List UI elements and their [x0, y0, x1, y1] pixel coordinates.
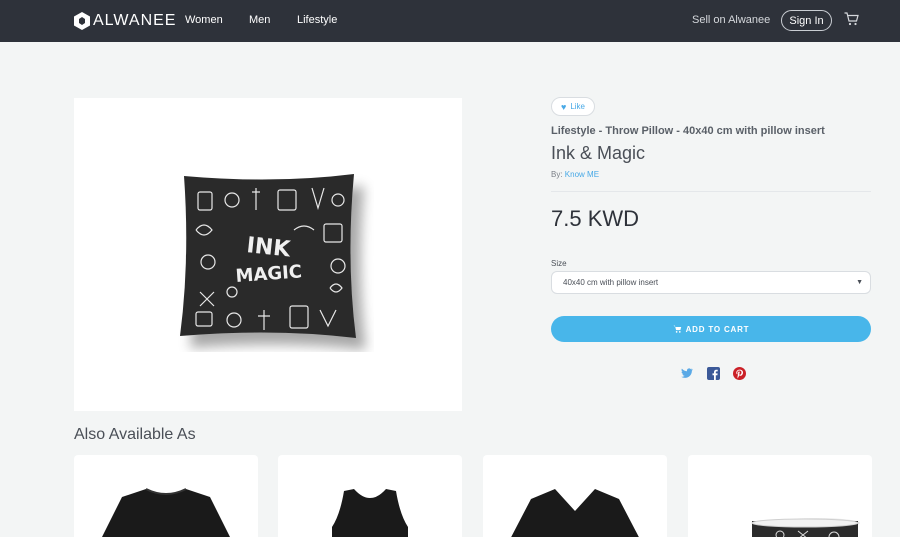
product-image-pillow[interactable]: INK MAGIC	[174, 170, 374, 352]
related-product-tshirt[interactable]	[74, 455, 258, 537]
related-product-mug[interactable]	[688, 455, 872, 537]
heart-icon: ♥	[560, 101, 567, 112]
cart-icon[interactable]	[844, 12, 859, 26]
sign-in-button[interactable]: Sign In	[781, 10, 832, 31]
pinterest-icon[interactable]	[733, 367, 746, 380]
related-product-tank-top[interactable]	[278, 455, 462, 537]
detail-divider	[551, 191, 871, 192]
size-select-value: 40x40 cm with pillow insert	[563, 278, 659, 287]
size-label: Size	[551, 259, 567, 268]
sell-on-alwanee-link[interactable]: Sell on Alwanee	[692, 14, 770, 26]
nav-link-lifestyle[interactable]: Lifestyle	[297, 14, 337, 26]
cart-icon	[673, 325, 681, 333]
logo-text: ALWANEE	[93, 12, 177, 29]
nav-link-women[interactable]: Women	[185, 14, 223, 26]
like-label: Like	[570, 102, 586, 111]
product-byline: By: Know ME	[551, 170, 599, 179]
caret-down-icon: ▼	[856, 279, 863, 286]
mug-image	[751, 518, 860, 537]
product-image-card: INK MAGIC	[74, 98, 462, 411]
tshirt-image	[102, 488, 230, 537]
product-subtitle: Lifestyle - Throw Pillow - 40x40 cm with…	[551, 125, 825, 137]
tank-top-image	[332, 489, 408, 537]
v-neck-image	[511, 489, 639, 537]
like-button[interactable]: ♥ Like	[551, 97, 595, 116]
product-title: Ink & Magic	[551, 143, 646, 163]
nav-link-men[interactable]: Men	[249, 14, 270, 26]
related-product-v-neck[interactable]	[483, 455, 667, 537]
add-to-cart-label: ADD TO CART	[685, 324, 750, 334]
size-select[interactable]: 40x40 cm with pillow insert ▼	[551, 271, 871, 294]
also-available-title: Also Available As	[74, 426, 196, 443]
top-navbar: ALWANEE Women Men Lifestyle Sell on Alwa…	[0, 0, 900, 42]
product-price: 7.5 KWD	[551, 206, 640, 231]
byline-prefix: By:	[551, 170, 563, 179]
site-logo[interactable]: ALWANEE	[74, 11, 176, 31]
twitter-icon[interactable]	[680, 367, 693, 380]
facebook-icon[interactable]	[707, 367, 720, 380]
add-to-cart-button[interactable]: ADD TO CART	[551, 316, 871, 342]
logo-hexagon-icon	[74, 12, 90, 30]
pillow-text-ink: INK	[245, 233, 292, 263]
artist-link[interactable]: Know ME	[565, 170, 599, 179]
